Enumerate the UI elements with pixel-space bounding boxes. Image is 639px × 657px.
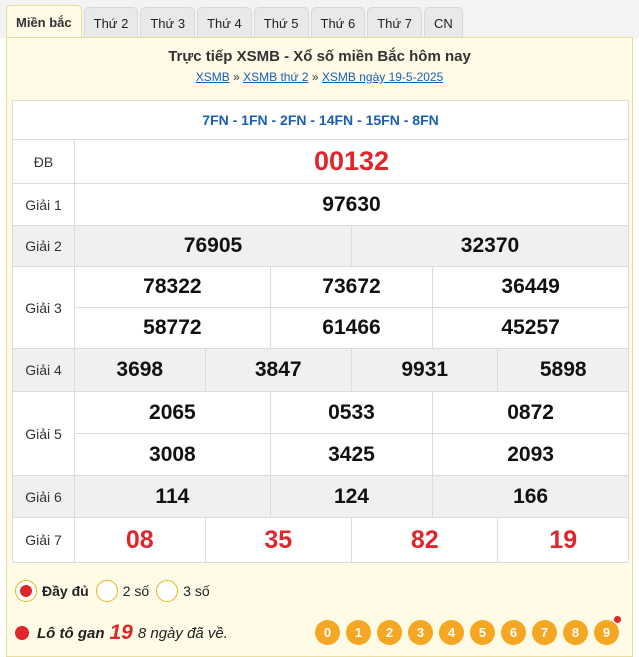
prize-2-value: 32370 <box>350 225 630 267</box>
tab-mien-bac[interactable]: Miền bắc <box>6 5 82 38</box>
radio-full[interactable] <box>15 580 37 602</box>
loto-gan-number: 19 <box>109 621 133 644</box>
prize-7-value: 08 <box>74 517 206 563</box>
breadcrumb-xsmb-thu-2[interactable]: XSMB thứ 2 <box>243 70 308 84</box>
prize-3-value: 73672 <box>269 266 434 308</box>
prize-label-db: ĐB <box>12 139 75 184</box>
prize-3-value: 36449 <box>432 266 629 308</box>
prize-6-value: 124 <box>269 475 434 518</box>
digit-ball-0[interactable]: 0 <box>315 620 340 645</box>
loto-gan-label: Lô tô gan <box>37 624 105 642</box>
prize-5-value: 2093 <box>432 433 629 476</box>
radio-2-so[interactable] <box>95 580 118 602</box>
breadcrumb-xsmb-date[interactable]: XSMB ngày 19-5-2025 <box>322 70 443 84</box>
digit-ball-6[interactable]: 6 <box>501 620 526 645</box>
prize-3-value: 58772 <box>74 307 271 349</box>
special-prize-value: 00132 <box>74 139 629 184</box>
digit-ball-8[interactable]: 8 <box>563 620 588 645</box>
marker-icon <box>614 616 621 623</box>
tab-thu-5[interactable]: Thứ 5 <box>253 7 309 38</box>
option-full-label: Đầy đủ <box>42 583 89 599</box>
prize-7-value: 19 <box>497 517 629 563</box>
prize-label-g5: Giải 5 <box>12 391 75 476</box>
option-3-so-label: 3 số <box>183 583 210 599</box>
prize-label-g3: Giải 3 <box>12 266 75 349</box>
prize-4-value: 5898 <box>497 348 629 392</box>
loto-gan-bar: Lô tô gan 19 8 ngày đã về. 0 1 2 3 4 5 6… <box>15 613 627 653</box>
prize-4-value: 9931 <box>350 348 499 392</box>
prize-2-value: 76905 <box>74 225 352 267</box>
prize-5-value: 3008 <box>74 433 271 476</box>
prize-3-value: 45257 <box>432 307 629 349</box>
prize-6-value: 114 <box>74 475 271 518</box>
prize-label-g6: Giải 6 <box>12 475 75 518</box>
tab-cn[interactable]: CN <box>423 7 463 38</box>
prize-label-g2: Giải 2 <box>12 225 75 267</box>
prize-1-value: 97630 <box>74 183 629 226</box>
breadcrumb-separator: » <box>233 70 240 84</box>
digit-ball-3[interactable]: 3 <box>408 620 433 645</box>
prize-5-value: 0872 <box>432 391 629 434</box>
prize-4-value: 3847 <box>204 348 352 392</box>
prize-5-value: 3425 <box>269 433 434 476</box>
prize-6-value: 166 <box>432 475 629 518</box>
digit-ball-9-label: 9 <box>602 625 611 640</box>
option-2-so-label: 2 số <box>122 583 150 599</box>
breadcrumb-xsmb[interactable]: XSMB <box>196 70 230 84</box>
prize-3-value: 78322 <box>74 266 271 308</box>
prize-label-g4: Giải 4 <box>12 348 75 392</box>
digit-ball-7[interactable]: 7 <box>532 620 557 645</box>
option-3-so[interactable]: 3 số <box>156 580 210 602</box>
digit-ball-1[interactable]: 1 <box>346 620 371 645</box>
prize-label-g1: Giải 1 <box>12 183 75 226</box>
digit-ball-2[interactable]: 2 <box>377 620 402 645</box>
tab-thu-3[interactable]: Thứ 3 <box>140 7 196 38</box>
draw-codes: 7FN - 1FN - 2FN - 14FN - 15FN - 8FN <box>12 100 629 140</box>
prize-4-value: 3698 <box>74 348 206 392</box>
breadcrumb: XSMB » XSMB thứ 2 » XSMB ngày 19-5-2025 <box>7 70 632 84</box>
option-2-so[interactable]: 2 số <box>95 580 150 602</box>
tab-thu-4[interactable]: Thứ 4 <box>197 7 252 38</box>
prize-5-value: 2065 <box>74 391 271 434</box>
radio-selected-dot <box>20 585 32 597</box>
digit-balls: 0 1 2 3 4 5 6 7 8 9 <box>309 616 621 645</box>
digit-ball-9[interactable]: 9 <box>594 616 621 645</box>
display-options: Đầy đủ 2 số 3 số <box>15 574 217 608</box>
prize-label-g7: Giải 7 <box>12 517 75 563</box>
result-panel: Trực tiếp XSMB - Xổ số miền Bắc hôm nay … <box>6 37 633 657</box>
prize-7-value: 82 <box>350 517 499 563</box>
digit-ball-5[interactable]: 5 <box>470 620 495 645</box>
digit-ball-4[interactable]: 4 <box>439 620 464 645</box>
tab-thu-6[interactable]: Thứ 6 <box>310 7 366 38</box>
option-full[interactable]: Đầy đủ <box>15 580 89 602</box>
panel-header: Trực tiếp XSMB - Xổ số miền Bắc hôm nay … <box>7 38 632 94</box>
bullet-icon <box>15 626 29 640</box>
page: Miền bắc Thứ 2 Thứ 3 Thứ 4 Thứ 5 Thứ 6 T… <box>0 0 639 657</box>
prize-5-value: 0533 <box>269 391 434 434</box>
prize-7-value: 35 <box>204 517 352 563</box>
breadcrumb-separator: » <box>311 70 319 84</box>
results-table: 7FN - 1FN - 2FN - 14FN - 15FN - 8FN ĐB 0… <box>12 100 630 563</box>
radio-3-so[interactable] <box>156 580 179 602</box>
loto-gan-note: 8 ngày đã về. <box>137 624 228 642</box>
page-title: Trực tiếp XSMB - Xổ số miền Bắc hôm nay <box>168 48 471 65</box>
tab-thu-7[interactable]: Thứ 7 <box>367 7 422 38</box>
prize-3-value: 61466 <box>269 307 434 349</box>
region-tabs: Miền bắc Thứ 2 Thứ 3 Thứ 4 Thứ 5 Thứ 6 T… <box>0 0 639 38</box>
tab-thu-2[interactable]: Thứ 2 <box>83 7 139 38</box>
